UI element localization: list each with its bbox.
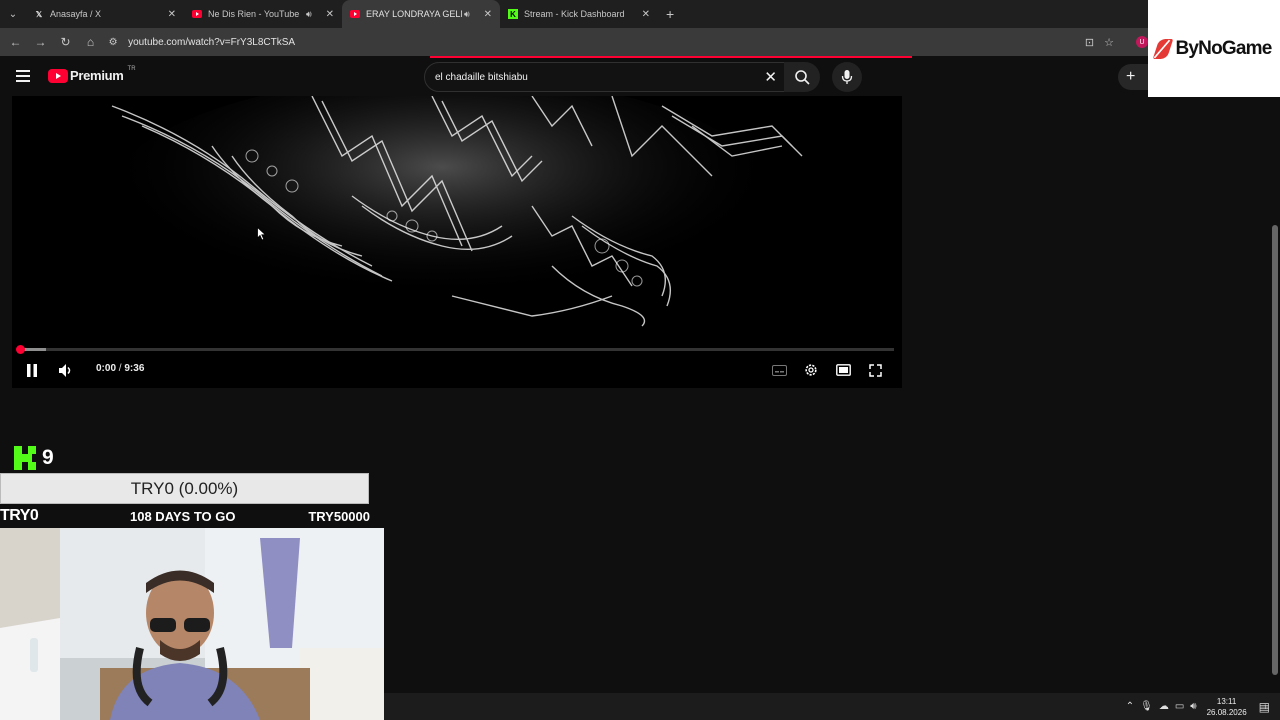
goal-bar-text: TRY0 (0.00%) [130, 478, 239, 498]
x-icon: 𝕏 [35, 9, 43, 19]
logo-text: Premium [70, 68, 124, 83]
kick-count: 9 [42, 446, 54, 469]
tab-label: Ne Dis Rien - YouTube [208, 9, 300, 19]
back-icon[interactable]: ← [4, 30, 27, 54]
mouse-pointer-icon [257, 227, 267, 241]
bynogame-mark-icon [1153, 38, 1174, 59]
scrollbar-thumb[interactable] [1272, 225, 1278, 675]
subtitles-button[interactable] [770, 362, 788, 378]
system-tray: ⌃ 🎙︎ ☁ ▭ 🔊︎ 13:11 26.08.2026 ▤ 1 [1126, 693, 1270, 720]
forward-icon[interactable]: → [29, 30, 52, 54]
windows-taskbar: ⌃ 🎙︎ ☁ ▭ 🔊︎ 13:11 26.08.2026 ▤ 1 [384, 693, 1280, 720]
url-text: youtube.com/watch?v=FrY3L8CTkSA [128, 36, 296, 48]
address-bar[interactable]: ⚙ youtube.com/watch?v=FrY3L8CTkSA [106, 31, 1075, 53]
volume-tray-icon[interactable]: 🔊︎ [1190, 701, 1196, 712]
microphone-icon [841, 70, 853, 84]
volume-icon [59, 363, 71, 377]
video-frame [12, 96, 902, 346]
search-icon [795, 70, 810, 85]
page-scrollbar[interactable] [1270, 97, 1280, 693]
clock-time: 13:11 [1216, 696, 1237, 706]
video-player[interactable]: 0:00 / 9:36 [12, 96, 902, 388]
reload-icon[interactable]: ↻ [54, 30, 77, 54]
sponsor-logo-text: ByNoGame [1175, 37, 1272, 59]
country-code: TR [127, 65, 136, 72]
clear-search-icon[interactable]: ✕ [764, 68, 777, 86]
new-tab-icon[interactable]: + [666, 6, 674, 22]
tab-x[interactable]: 𝕏 Anasayfa / X ✕ [26, 0, 184, 28]
goal-days-remaining: 108 DAYS TO GO [130, 509, 236, 524]
tab-youtube-active[interactable]: ERAY LONDRAYA GELMİŞ 🔊︎ ✕ [342, 0, 500, 28]
fullscreen-button[interactable] [866, 361, 884, 379]
close-icon[interactable]: ✕ [484, 9, 492, 20]
voice-search-button[interactable] [832, 62, 862, 92]
time-display: 0:00 / 9:36 [96, 363, 144, 374]
notification-count: 1 [1263, 704, 1267, 711]
home-icon[interactable]: ⌂ [79, 30, 102, 54]
extension-icon[interactable]: U [1135, 36, 1148, 48]
youtube-play-icon [48, 68, 68, 83]
donation-goal-bar: TRY0 (0.00%) [0, 473, 369, 504]
tab-label: ERAY LONDRAYA GELMİŞ [366, 9, 462, 19]
goal-current: TRY0 [0, 507, 39, 524]
tab-label: Stream - Kick Dashboard [524, 9, 625, 19]
player-controls: 0:00 / 9:36 [12, 358, 902, 382]
goal-target: TRY50000 [308, 509, 370, 524]
bookmark-star-icon[interactable]: ☆ [1104, 36, 1114, 49]
subtitles-icon [771, 364, 787, 376]
youtube-header: Premium TR el chadaille bitshiabu ✕ + [0, 58, 1158, 96]
plus-icon: + [1126, 68, 1136, 85]
tab-label: Anasayfa / X [50, 9, 102, 19]
browser-tabstrip: ⌄ 𝕏 Anasayfa / X ✕ Ne Dis Rien - YouTube… [0, 0, 1148, 28]
duration: 9:36 [124, 363, 145, 374]
notification-icon[interactable]: ▤ 1 [1259, 700, 1270, 714]
close-icon[interactable]: ✕ [326, 9, 334, 20]
settings-button[interactable] [802, 361, 820, 379]
system-clock[interactable]: 13:11 26.08.2026 [1207, 696, 1247, 718]
scrubber-handle[interactable] [16, 345, 25, 354]
clock-date: 26.08.2026 [1206, 707, 1247, 717]
kick-logo-icon [14, 446, 36, 470]
close-icon[interactable]: ✕ [168, 9, 176, 20]
speaker-icon[interactable]: 🔊︎ [306, 9, 312, 20]
youtube-icon [350, 9, 360, 19]
browser-toolbar: ← → ↻ ⌂ ⚙ youtube.com/watch?v=FrY3L8CTkS… [0, 28, 1148, 56]
cloud-icon[interactable]: ☁ [1159, 701, 1169, 712]
progress-bar[interactable] [20, 348, 894, 351]
install-app-icon[interactable]: ⊡ [1085, 36, 1094, 49]
gear-icon [805, 364, 817, 376]
site-info-icon[interactable]: ⚙ [106, 37, 120, 48]
search-button[interactable] [784, 62, 820, 92]
chevron-up-icon[interactable]: ⌃ [1126, 701, 1134, 712]
close-icon[interactable]: ✕ [642, 9, 650, 20]
tab-kick[interactable]: K Stream - Kick Dashboard ✕ [500, 0, 658, 28]
webcam-image [0, 528, 384, 720]
tab-search-button[interactable]: ⌄ [0, 0, 26, 28]
pause-icon [27, 363, 37, 377]
screen: ⌄ 𝕏 Anasayfa / X ✕ Ne Dis Rien - YouTube… [0, 0, 1280, 720]
microphone-tray-icon[interactable]: 🎙︎ [1140, 701, 1153, 712]
network-icon[interactable]: ▭ [1175, 701, 1184, 712]
kick-icon: K [508, 9, 518, 19]
search-query: el chadaille bitshiabu [435, 71, 528, 83]
mute-button[interactable] [58, 361, 74, 379]
theater-mode-button[interactable] [834, 361, 852, 379]
sponsor-logo: ByNoGame [1148, 0, 1280, 97]
current-time: 0:00 [96, 363, 117, 374]
speaker-icon[interactable]: 🔊︎ [464, 9, 470, 20]
time-separator: / [118, 363, 122, 374]
goal-details: TRY0 108 DAYS TO GO TRY50000 [0, 507, 370, 525]
fullscreen-icon [868, 363, 882, 377]
tab-youtube-1[interactable]: Ne Dis Rien - YouTube 🔊︎ ✕ [184, 0, 342, 28]
theater-icon [835, 364, 851, 376]
pause-button[interactable] [24, 361, 40, 379]
menu-icon[interactable] [16, 70, 30, 82]
youtube-icon [192, 9, 202, 19]
youtube-logo[interactable]: Premium TR [48, 65, 136, 83]
webcam-feed [0, 528, 384, 720]
search-input[interactable]: el chadaille bitshiabu ✕ [424, 62, 786, 92]
kick-viewer-widget: 9 [14, 446, 54, 470]
